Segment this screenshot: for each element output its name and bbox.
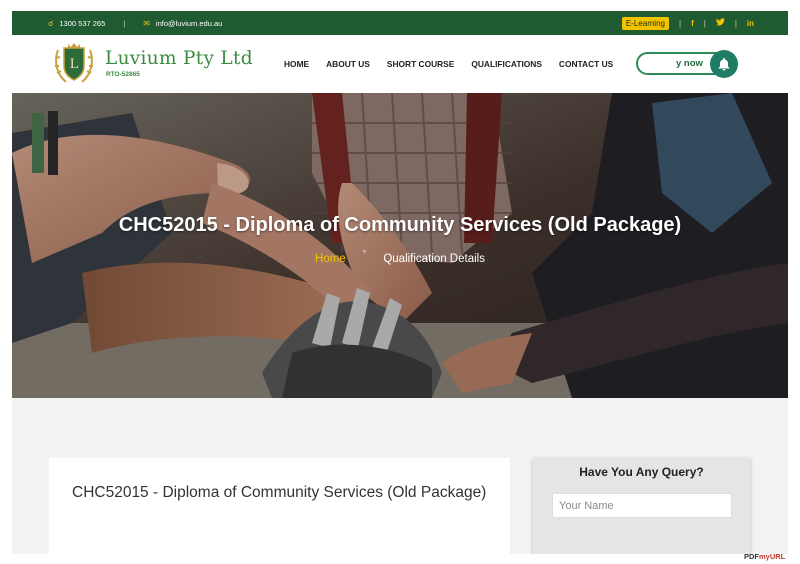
facebook-icon[interactable]: f xyxy=(691,19,694,28)
nav-about-us[interactable]: ABOUT US xyxy=(326,59,370,69)
nav-contact-us[interactable]: CONTACT US xyxy=(559,59,613,69)
query-form: Have You Any Query? xyxy=(533,458,750,554)
linkedin-icon[interactable]: in xyxy=(747,19,754,28)
qualification-title: CHC52015 - Diploma of Community Services… xyxy=(72,484,487,501)
divider: | xyxy=(678,18,682,28)
rto-code: RTO-52865 xyxy=(106,71,140,78)
main-nav: HOME ABOUT US SHORT COURSE QUALIFICATION… xyxy=(284,59,613,69)
breadcrumb: Home ° Qualification Details xyxy=(12,249,788,265)
name-input[interactable] xyxy=(552,493,732,518)
content-section: CHC52015 - Diploma of Community Services… xyxy=(12,398,788,554)
divider: | xyxy=(703,18,706,28)
watermark-part-b: myURL xyxy=(759,552,786,561)
divider: | xyxy=(123,18,126,28)
bell-icon[interactable] xyxy=(710,50,738,78)
headset-icon: ☌ xyxy=(48,18,54,28)
watermark-part-a: PDF xyxy=(744,552,759,561)
breadcrumb-home-link[interactable]: Home xyxy=(315,253,346,265)
twitter-icon[interactable] xyxy=(715,18,725,28)
top-bar: ☌ 1300 537 265 | ✉ info@luvium.edu.au E-… xyxy=(12,11,788,35)
brand-name[interactable]: Luvium Pty Ltd xyxy=(105,48,253,69)
hero-photo-hands-together xyxy=(12,93,788,398)
hero-banner: CHC52015 - Diploma of Community Services… xyxy=(12,93,788,398)
page: ☌ 1300 537 265 | ✉ info@luvium.edu.au E-… xyxy=(0,0,800,564)
nav-qualifications[interactable]: QUALIFICATIONS xyxy=(471,59,542,69)
query-form-title: Have You Any Query? xyxy=(579,465,704,479)
envelope-icon: ✉ xyxy=(143,18,150,28)
logo-crest-icon[interactable]: L xyxy=(50,40,98,88)
qualification-card: CHC52015 - Diploma of Community Services… xyxy=(49,458,510,554)
divider: | xyxy=(734,18,737,28)
pdfmyurl-watermark: PDFmyURL xyxy=(744,552,785,561)
page-title: CHC52015 - Diploma of Community Services… xyxy=(118,214,682,236)
enroll-label: y now xyxy=(676,58,703,69)
nav-home[interactable]: HOME xyxy=(284,59,309,69)
phone-text: 1300 537 265 xyxy=(59,18,106,28)
breadcrumb-current: Qualification Details xyxy=(383,253,485,265)
logo-letter: L xyxy=(70,57,79,72)
nav-short-course[interactable]: SHORT COURSE xyxy=(387,59,454,69)
breadcrumb-separator: ° xyxy=(362,249,367,258)
site-header: L Luvium Pty Ltd RTO-52865 HOME ABOUT US… xyxy=(12,35,788,93)
email-contact[interactable]: ✉ info@luvium.edu.au xyxy=(143,19,222,28)
elearning-button[interactable]: E-Learning xyxy=(621,16,669,30)
phone-contact[interactable]: ☌ 1300 537 265 xyxy=(48,19,105,28)
bottom-strip xyxy=(0,554,800,564)
email-text: info@luvium.edu.au xyxy=(155,18,223,28)
